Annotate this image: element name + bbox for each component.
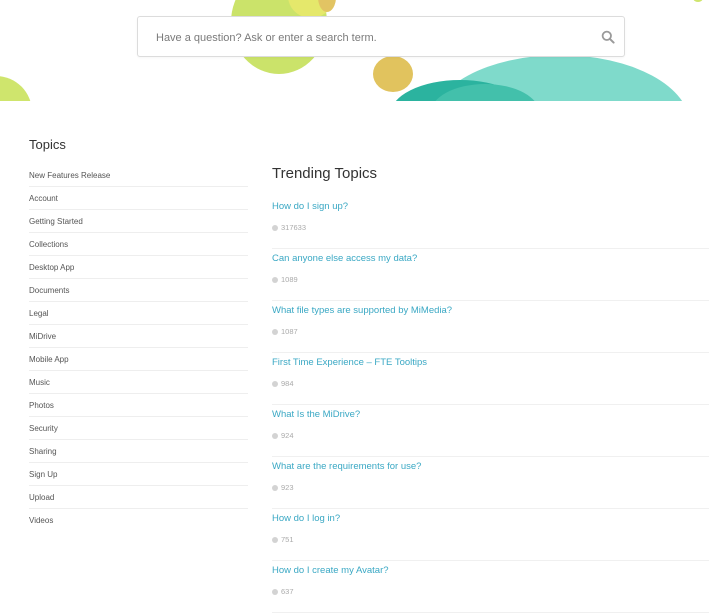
search-box (137, 16, 625, 58)
view-count-dot-icon (272, 484, 278, 491)
view-count-value: 924 (281, 431, 294, 440)
topics-list: New Features Release Account Getting Start… (29, 164, 248, 532)
view-count-value: 1087 (281, 327, 298, 336)
sidebar-item-photos[interactable]: Photos (29, 394, 248, 417)
topic-link[interactable]: Can anyone else access my data? (272, 253, 417, 264)
topic-link[interactable]: What are the requirements for use? (272, 461, 421, 472)
view-count-dot-icon (272, 276, 278, 283)
trending-list: How do I sign up? 317633 Can anyone else a… (272, 197, 709, 613)
sidebar-item-mobile-app[interactable]: Mobile App (29, 348, 248, 371)
sidebar-item-midrive[interactable]: MiDrive (29, 325, 248, 348)
sidebar-item-music[interactable]: Music (29, 371, 248, 394)
view-count: 751 (272, 535, 294, 544)
sidebar-item-new-features-release[interactable]: New Features Release (29, 164, 248, 187)
topic-link[interactable]: First Time Experience – FTE Tooltips (272, 357, 427, 368)
view-count-value: 1089 (281, 275, 298, 284)
view-count-value: 984 (281, 379, 294, 388)
topic-row: First Time Experience – FTE Tooltips 984 (272, 353, 709, 405)
sidebar-title: Topics (29, 137, 66, 152)
topics-sidebar: Topics New Features Release Account Gettin… (29, 137, 248, 532)
sidebar-item-documents[interactable]: Documents (29, 279, 248, 302)
view-count: 984 (272, 379, 294, 388)
trending-topics: Trending Topics How do I sign up? 317633 C… (272, 165, 709, 613)
view-count-dot-icon (272, 224, 278, 231)
view-count-value: 751 (281, 535, 294, 544)
decorative-circle (373, 56, 413, 92)
topic-link[interactable]: How do I create my Avatar? (272, 565, 389, 576)
decorative-circle (693, 0, 703, 2)
topic-link[interactable]: How do I sign up? (272, 201, 348, 212)
sidebar-item-security[interactable]: Security (29, 417, 248, 440)
topic-row: How do I log in? 751 (272, 509, 709, 561)
page-title: Trending Topics (272, 165, 378, 182)
topic-row: What Is the MiDrive? 924 (272, 405, 709, 457)
topic-row: How do I create my Avatar? 637 (272, 561, 709, 613)
sidebar-item-legal[interactable]: Legal (29, 302, 248, 325)
view-count: 1087 (272, 327, 298, 336)
sidebar-item-sharing[interactable]: Sharing (29, 440, 248, 463)
view-count: 923 (272, 483, 294, 492)
view-count-dot-icon (272, 588, 278, 595)
view-count-value: 637 (281, 587, 294, 596)
view-count-dot-icon (272, 380, 278, 387)
sidebar-item-getting-started[interactable]: Getting Started (29, 210, 248, 233)
view-count-dot-icon (272, 536, 278, 543)
view-count: 924 (272, 431, 294, 440)
view-count-dot-icon (272, 328, 278, 335)
topic-link[interactable]: How do I log in? (272, 513, 340, 524)
sidebar-item-videos[interactable]: Videos (29, 509, 248, 532)
view-count-value: 923 (281, 483, 294, 492)
sidebar-item-account[interactable]: Account (29, 187, 248, 210)
topic-row: What file types are supported by MiMedia… (272, 301, 709, 353)
decorative-circle (0, 76, 32, 101)
search-icon[interactable] (601, 30, 615, 44)
sidebar-item-collections[interactable]: Collections (29, 233, 248, 256)
topic-row: How do I sign up? 317633 (272, 197, 709, 249)
topic-row: Can anyone else access my data? 1089 (272, 249, 709, 301)
topic-link[interactable]: What Is the MiDrive? (272, 409, 360, 420)
view-count: 1089 (272, 275, 298, 284)
sidebar-item-sign-up[interactable]: Sign Up (29, 463, 248, 486)
view-count: 317633 (272, 223, 306, 232)
view-count-value: 317633 (281, 223, 307, 232)
topic-link[interactable]: What file types are supported by MiMedia… (272, 305, 452, 316)
sidebar-item-upload[interactable]: Upload (29, 486, 248, 509)
topic-row: What are the requirements for use? 923 (272, 457, 709, 509)
view-count-dot-icon (272, 432, 278, 439)
view-count: 637 (272, 587, 294, 596)
sidebar-item-desktop-app[interactable]: Desktop App (29, 256, 248, 279)
search-input[interactable] (154, 17, 578, 58)
